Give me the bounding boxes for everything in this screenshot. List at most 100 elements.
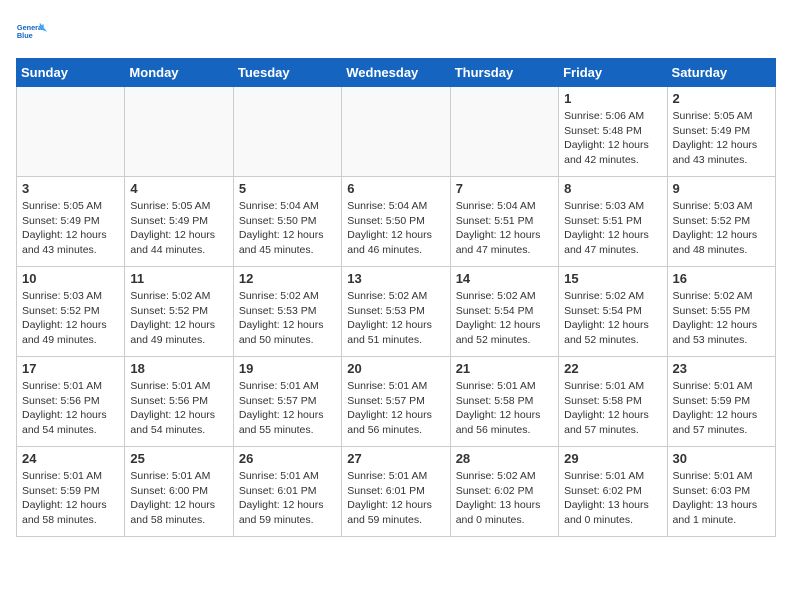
weekday-header-saturday: Saturday (667, 59, 775, 87)
day-number: 16 (673, 271, 770, 286)
calendar-cell: 18 Sunrise: 5:01 AMSunset: 5:56 PMDayligh… (125, 357, 233, 447)
day-number: 3 (22, 181, 119, 196)
weekday-header-friday: Friday (559, 59, 667, 87)
calendar-cell: 15 Sunrise: 5:02 AMSunset: 5:54 PMDayligh… (559, 267, 667, 357)
calendar-cell: 23 Sunrise: 5:01 AMSunset: 5:59 PMDayligh… (667, 357, 775, 447)
day-info: Sunrise: 5:01 AMSunset: 5:58 PMDaylight:… (564, 379, 661, 438)
day-number: 14 (456, 271, 553, 286)
day-number: 27 (347, 451, 444, 466)
weekday-header-sunday: Sunday (17, 59, 125, 87)
day-number: 18 (130, 361, 227, 376)
day-number: 7 (456, 181, 553, 196)
calendar-cell: 13 Sunrise: 5:02 AMSunset: 5:53 PMDayligh… (342, 267, 450, 357)
day-number: 1 (564, 91, 661, 106)
day-number: 20 (347, 361, 444, 376)
calendar-cell: 4 Sunrise: 5:05 AMSunset: 5:49 PMDaylight… (125, 177, 233, 267)
day-info: Sunrise: 5:05 AMSunset: 5:49 PMDaylight:… (130, 199, 227, 258)
calendar-cell: 20 Sunrise: 5:01 AMSunset: 5:57 PMDayligh… (342, 357, 450, 447)
day-info: Sunrise: 5:01 AMSunset: 5:58 PMDaylight:… (456, 379, 553, 438)
day-number: 5 (239, 181, 336, 196)
calendar-cell (125, 87, 233, 177)
day-info: Sunrise: 5:03 AMSunset: 5:52 PMDaylight:… (22, 289, 119, 348)
calendar-cell: 16Sunrise: 5:02 AMSunset: 5:55 PMDayligh… (667, 267, 775, 357)
calendar-week-5: 24Sunrise: 5:01 AMSunset: 5:59 PMDayligh… (17, 447, 776, 537)
day-info: Sunrise: 5:01 AMSunset: 6:01 PMDaylight:… (239, 469, 336, 528)
day-info: Sunrise: 5:01 AMSunset: 5:59 PMDaylight:… (673, 379, 770, 438)
calendar-cell (17, 87, 125, 177)
logo-icon: GeneralBlue (16, 16, 48, 48)
day-number: 25 (130, 451, 227, 466)
page-header: GeneralBlue (16, 16, 776, 48)
calendar-cell (450, 87, 558, 177)
calendar-cell: 14 Sunrise: 5:02 AMSunset: 5:54 PMDayligh… (450, 267, 558, 357)
day-info: Sunrise: 5:02 AMSunset: 5:53 PMDaylight:… (239, 289, 336, 348)
calendar-week-2: 3 Sunrise: 5:05 AMSunset: 5:49 PMDaylight… (17, 177, 776, 267)
calendar-cell: 12 Sunrise: 5:02 AMSunset: 5:53 PMDayligh… (233, 267, 341, 357)
day-number: 28 (456, 451, 553, 466)
calendar-cell (233, 87, 341, 177)
day-number: 8 (564, 181, 661, 196)
day-number: 13 (347, 271, 444, 286)
day-number: 24 (22, 451, 119, 466)
day-info: Sunrise: 5:01 AMSunset: 6:02 PMDaylight:… (564, 469, 661, 528)
calendar-cell: 9Sunrise: 5:03 AMSunset: 5:52 PMDaylight… (667, 177, 775, 267)
day-number: 11 (130, 271, 227, 286)
calendar-cell: 10 Sunrise: 5:03 AMSunset: 5:52 PMDayligh… (17, 267, 125, 357)
calendar-cell: 2Sunrise: 5:05 AMSunset: 5:49 PMDaylight… (667, 87, 775, 177)
weekday-header-tuesday: Tuesday (233, 59, 341, 87)
day-number: 17 (22, 361, 119, 376)
calendar-cell: 27 Sunrise: 5:01 AMSunset: 6:01 PMDayligh… (342, 447, 450, 537)
calendar-cell: 11 Sunrise: 5:02 AMSunset: 5:52 PMDayligh… (125, 267, 233, 357)
day-number: 4 (130, 181, 227, 196)
day-info: Sunrise: 5:01 AMSunset: 5:56 PMDaylight:… (130, 379, 227, 438)
svg-text:Blue: Blue (17, 31, 33, 40)
day-info: Sunrise: 5:01 AMSunset: 5:56 PMDaylight:… (22, 379, 119, 438)
day-info: Sunrise: 5:01 AMSunset: 6:00 PMDaylight:… (130, 469, 227, 528)
day-number: 29 (564, 451, 661, 466)
day-info: Sunrise: 5:01 AMSunset: 6:03 PMDaylight:… (673, 469, 770, 528)
day-number: 6 (347, 181, 444, 196)
calendar-cell: 17 Sunrise: 5:01 AMSunset: 5:56 PMDayligh… (17, 357, 125, 447)
day-number: 21 (456, 361, 553, 376)
day-info: Sunrise: 5:03 AMSunset: 5:51 PMDaylight:… (564, 199, 661, 258)
calendar-cell: 25 Sunrise: 5:01 AMSunset: 6:00 PMDayligh… (125, 447, 233, 537)
calendar-week-1: 1 Sunrise: 5:06 AMSunset: 5:48 PMDaylight… (17, 87, 776, 177)
calendar-table: SundayMondayTuesdayWednesdayThursdayFrid… (16, 58, 776, 537)
day-info: Sunrise: 5:04 AMSunset: 5:50 PMDaylight:… (239, 199, 336, 258)
day-info: Sunrise: 5:04 AMSunset: 5:51 PMDaylight:… (456, 199, 553, 258)
day-number: 9 (673, 181, 770, 196)
calendar-cell: 22 Sunrise: 5:01 AMSunset: 5:58 PMDayligh… (559, 357, 667, 447)
weekday-header-wednesday: Wednesday (342, 59, 450, 87)
day-info: Sunrise: 5:01 AMSunset: 6:01 PMDaylight:… (347, 469, 444, 528)
day-info: Sunrise: 5:02 AMSunset: 5:54 PMDaylight:… (564, 289, 661, 348)
calendar-cell: 28 Sunrise: 5:02 AMSunset: 6:02 PMDayligh… (450, 447, 558, 537)
day-number: 10 (22, 271, 119, 286)
calendar-cell: 21 Sunrise: 5:01 AMSunset: 5:58 PMDayligh… (450, 357, 558, 447)
calendar-cell: 29 Sunrise: 5:01 AMSunset: 6:02 PMDayligh… (559, 447, 667, 537)
day-number: 15 (564, 271, 661, 286)
day-number: 22 (564, 361, 661, 376)
day-number: 19 (239, 361, 336, 376)
day-info: Sunrise: 5:02 AMSunset: 5:52 PMDaylight:… (130, 289, 227, 348)
weekday-header-monday: Monday (125, 59, 233, 87)
calendar-cell: 19 Sunrise: 5:01 AMSunset: 5:57 PMDayligh… (233, 357, 341, 447)
day-info: Sunrise: 5:02 AMSunset: 5:53 PMDaylight:… (347, 289, 444, 348)
day-number: 30 (673, 451, 770, 466)
day-info: Sunrise: 5:05 AMSunset: 5:49 PMDaylight:… (673, 109, 770, 168)
day-number: 26 (239, 451, 336, 466)
weekday-header-thursday: Thursday (450, 59, 558, 87)
day-number: 23 (673, 361, 770, 376)
day-info: Sunrise: 5:06 AMSunset: 5:48 PMDaylight:… (564, 109, 661, 168)
day-info: Sunrise: 5:02 AMSunset: 6:02 PMDaylight:… (456, 469, 553, 528)
calendar-cell: 7 Sunrise: 5:04 AMSunset: 5:51 PMDaylight… (450, 177, 558, 267)
logo: GeneralBlue (16, 16, 48, 48)
day-info: Sunrise: 5:02 AMSunset: 5:54 PMDaylight:… (456, 289, 553, 348)
day-number: 12 (239, 271, 336, 286)
calendar-week-4: 17 Sunrise: 5:01 AMSunset: 5:56 PMDayligh… (17, 357, 776, 447)
day-info: Sunrise: 5:01 AMSunset: 5:57 PMDaylight:… (347, 379, 444, 438)
calendar-cell: 6 Sunrise: 5:04 AMSunset: 5:50 PMDaylight… (342, 177, 450, 267)
day-info: Sunrise: 5:05 AMSunset: 5:49 PMDaylight:… (22, 199, 119, 258)
day-info: Sunrise: 5:01 AMSunset: 5:57 PMDaylight:… (239, 379, 336, 438)
calendar-cell: 30 Sunrise: 5:01 AMSunset: 6:03 PMDayligh… (667, 447, 775, 537)
day-info: Sunrise: 5:04 AMSunset: 5:50 PMDaylight:… (347, 199, 444, 258)
